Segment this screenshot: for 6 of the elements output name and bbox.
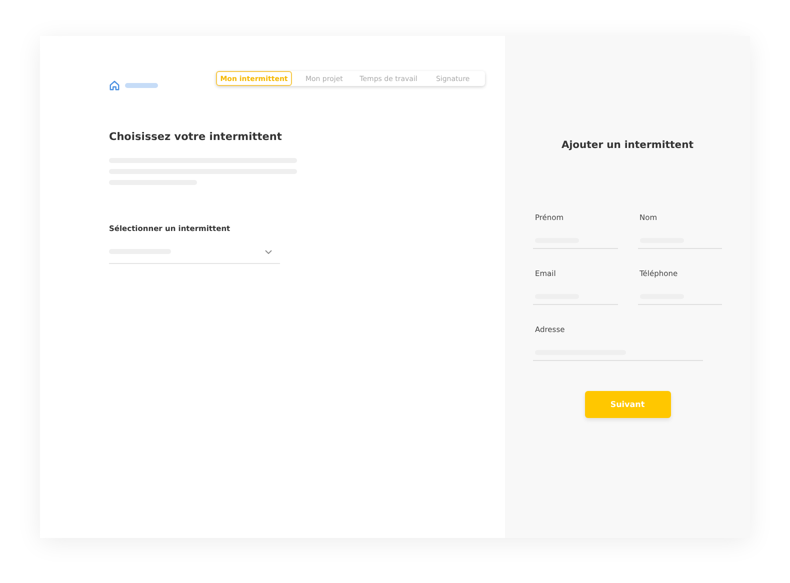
logo-bar — [125, 83, 158, 88]
form-title: Ajouter un intermittent — [560, 140, 694, 151]
page-title: Choisissez votre intermittent — [109, 131, 283, 143]
home-icon[interactable] — [109, 80, 120, 91]
next-button[interactable]: Suivant — [584, 391, 670, 418]
chevron-down-icon — [265, 250, 272, 254]
